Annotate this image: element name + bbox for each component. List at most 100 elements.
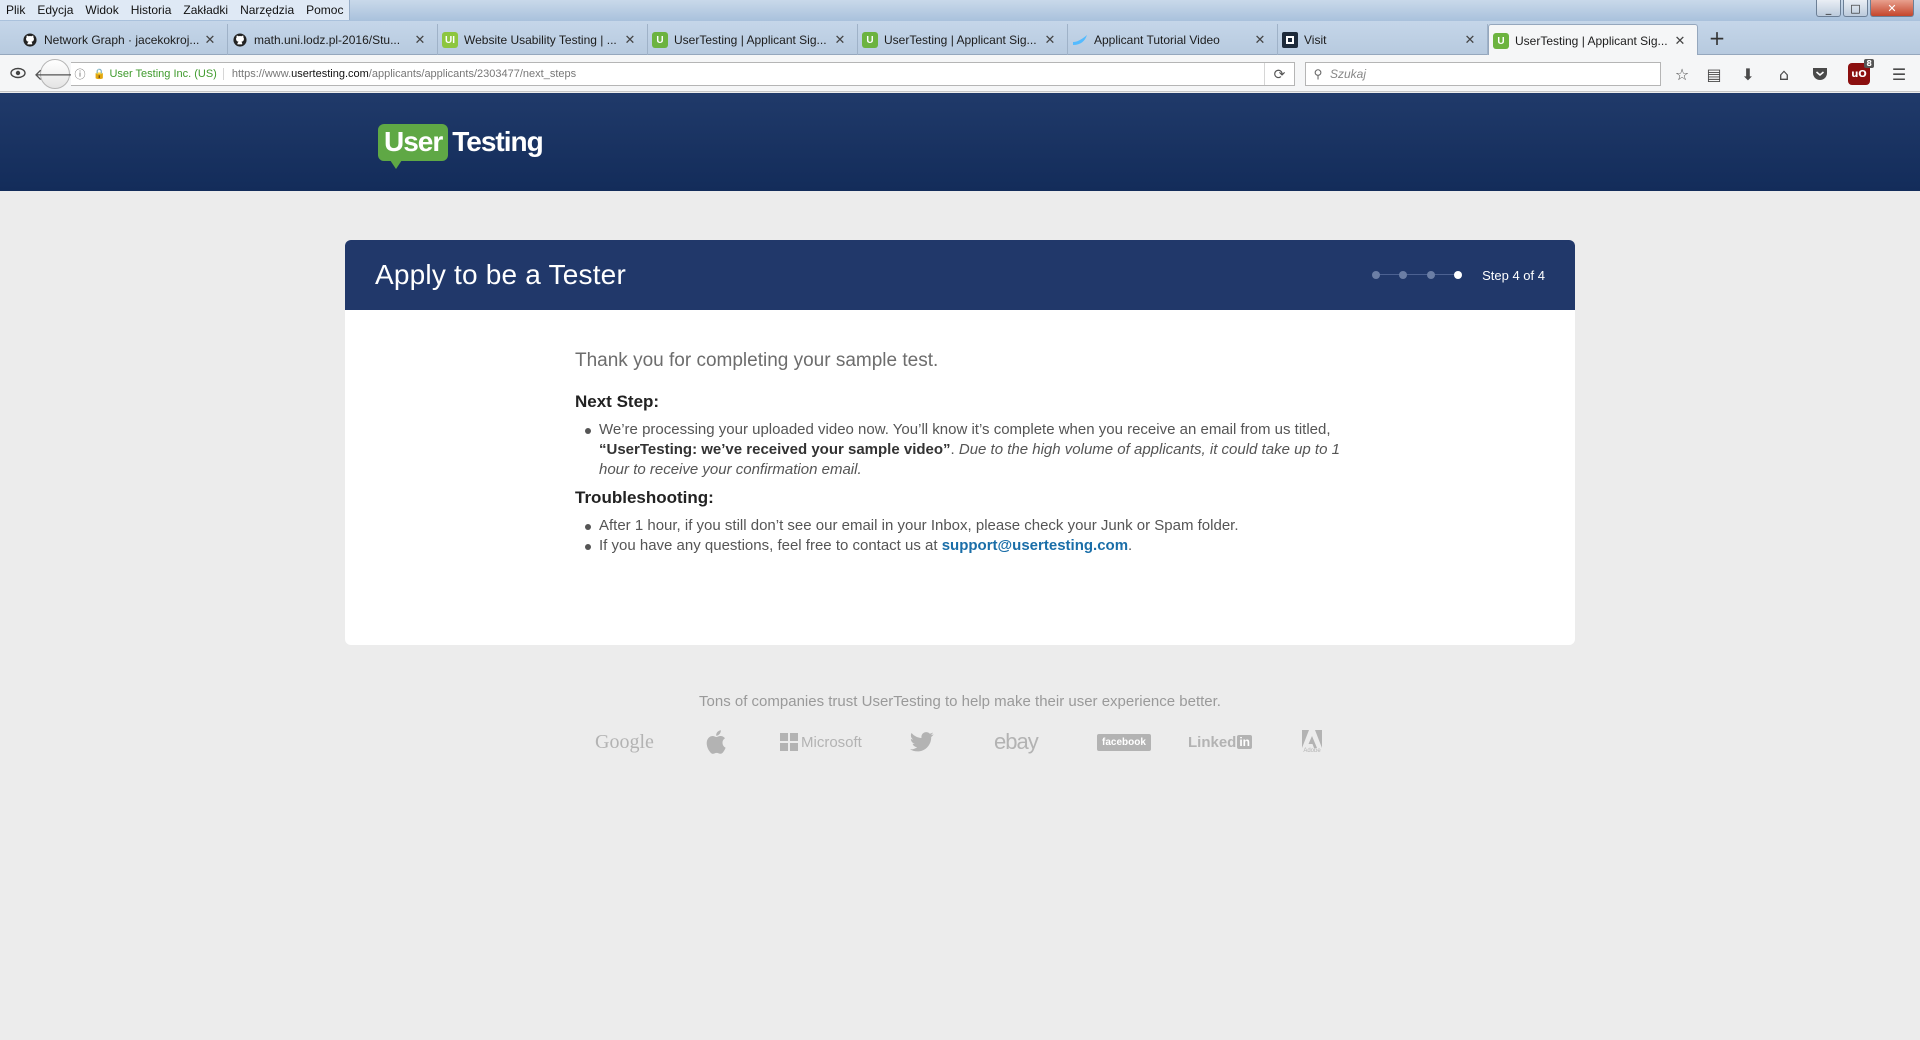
- pocket-icon[interactable]: [1808, 63, 1832, 85]
- twitter-logo: [910, 724, 934, 760]
- card-body: Thank you for completing your sample tes…: [345, 310, 1575, 556]
- microsoft-logo-text: Microsoft: [801, 733, 862, 751]
- tab-applicant-signup-active[interactable]: U UserTesting | Applicant Sig... ✕: [1488, 24, 1698, 56]
- reading-list-icon[interactable]: ▤: [1702, 63, 1726, 85]
- tab-title: Website Usability Testing | ...: [464, 32, 617, 47]
- download-icon[interactable]: ⬇: [1736, 63, 1760, 85]
- tab-visit[interactable]: Visit ✕: [1278, 24, 1488, 55]
- close-tab-icon[interactable]: ✕: [1043, 32, 1057, 48]
- apply-card: Apply to be a Tester Step 4 of 4 Thank y…: [345, 240, 1575, 645]
- tab-math-uni[interactable]: math.uni.lodz.pl-2016/Stu... ✕: [228, 24, 438, 55]
- menu-bookmarks[interactable]: Zakładki: [177, 0, 234, 20]
- menu-help[interactable]: Pomoc: [300, 0, 349, 20]
- page-title: Apply to be a Tester: [375, 259, 626, 290]
- step-dot-4: [1454, 271, 1463, 279]
- list-item: We’re processing your uploaded video now…: [585, 420, 1345, 480]
- minimize-button[interactable]: _: [1816, 0, 1841, 17]
- next-step-list: We’re processing your uploaded video now…: [585, 420, 1345, 480]
- tab-applicant-signup-1[interactable]: U UserTesting | Applicant Sig... ✕: [648, 24, 858, 55]
- site-header: [0, 93, 1920, 191]
- tab-website-usability[interactable]: UI Website Usability Testing | ... ✕: [438, 24, 648, 55]
- list-item: After 1 hour, if you still don’t see our…: [585, 516, 1345, 536]
- url-domain: usertesting.com: [291, 68, 369, 80]
- wistia-icon: [1072, 32, 1088, 48]
- home-icon[interactable]: ⌂: [1772, 63, 1796, 85]
- search-icon: ⚲: [1313, 67, 1323, 81]
- ublock-icon[interactable]: uO 8: [1848, 59, 1874, 85]
- new-tab-button[interactable]: +: [1704, 24, 1730, 52]
- url-bar[interactable]: ⓘ 🔒 User Testing Inc. (US) https://www.u…: [71, 62, 1295, 86]
- step-label: Step 4 of 4: [1482, 267, 1545, 283]
- tab-title: Network Graph · jacekokroj...: [44, 32, 200, 47]
- tab-title: UserTesting | Applicant Sig...: [674, 32, 827, 47]
- usertesting-icon: U: [652, 32, 668, 48]
- reload-icon[interactable]: ⟳: [1264, 63, 1294, 85]
- bookmark-star-icon[interactable]: ☆: [1670, 63, 1694, 85]
- step-dot-3: [1427, 271, 1436, 279]
- usertesting-icon: U: [1493, 33, 1509, 49]
- site-identity[interactable]: User Testing Inc. (US): [109, 68, 224, 80]
- window-controls: _ □ ✕: [1816, 0, 1914, 17]
- visit-icon: [1282, 32, 1298, 48]
- close-tab-icon[interactable]: ✕: [623, 32, 637, 48]
- linkedin-logo: Linked in: [1188, 724, 1253, 760]
- info-icon[interactable]: ⓘ: [71, 66, 89, 82]
- adobe-logo-text: Adobe: [1303, 748, 1321, 754]
- close-tab-icon[interactable]: ✕: [1253, 32, 1267, 48]
- troubleshooting-heading: Troubleshooting:: [575, 488, 714, 507]
- eye-icon[interactable]: [7, 62, 29, 84]
- usertesting-icon: U: [862, 32, 878, 48]
- close-window-button[interactable]: ✕: [1870, 0, 1914, 17]
- close-tab-icon[interactable]: ✕: [203, 32, 217, 48]
- url-path: /applicants/applicants/2303477/next_step…: [368, 68, 577, 80]
- next-step-heading: Next Step:: [575, 392, 660, 411]
- email-subject: “UserTesting: we’ve received your sample…: [599, 441, 951, 458]
- step-dot-2: [1399, 271, 1408, 279]
- support-email-link[interactable]: support@usertesting.com: [942, 537, 1128, 554]
- logo-testing-text: Testing: [452, 126, 543, 157]
- close-tab-icon[interactable]: ✕: [1673, 33, 1687, 49]
- ebay-logo: ebay: [994, 729, 1039, 754]
- tab-title: Visit: [1304, 32, 1327, 47]
- client-logos: Google Microsoft ebay facebook Linked in …: [580, 724, 1340, 760]
- tab-title: math.uni.lodz.pl-2016/Stu...: [254, 32, 401, 47]
- search-input[interactable]: ⚲ Szukaj: [1305, 62, 1661, 86]
- tab-title: UserTesting | Applicant Sig...: [1515, 33, 1668, 48]
- step-line: [1376, 274, 1459, 275]
- tab-title: UserTesting | Applicant Sig...: [884, 32, 1037, 47]
- tab-strip: Network Graph · jacekokroj... ✕ math.uni…: [0, 21, 1920, 56]
- close-tab-icon[interactable]: ✕: [1463, 32, 1477, 48]
- ublock-badge: 8: [1864, 59, 1874, 68]
- close-tab-icon[interactable]: ✕: [413, 32, 427, 48]
- step-progress: [1372, 270, 1463, 280]
- tab-network-graph[interactable]: Network Graph · jacekokroj... ✕: [18, 24, 228, 55]
- menu-edit[interactable]: Edycja: [31, 0, 79, 20]
- tab-applicant-signup-2[interactable]: U UserTesting | Applicant Sig... ✕: [858, 24, 1068, 55]
- menu-tools[interactable]: Narzędzia: [234, 0, 300, 20]
- maximize-button[interactable]: □: [1843, 0, 1868, 17]
- trust-text: Tons of companies trust UserTesting to h…: [699, 693, 1221, 710]
- lock-icon: 🔒: [93, 68, 106, 80]
- tab-tutorial-video[interactable]: Applicant Tutorial Video ✕: [1068, 24, 1278, 55]
- usertesting-logo[interactable]: User Testing: [378, 120, 544, 169]
- adobe-logo: Adobe: [1302, 724, 1322, 760]
- step-indicator: Step 4 of 4: [1372, 240, 1545, 310]
- contact-text: If you have any questions, feel free to …: [599, 537, 942, 554]
- url-text[interactable]: https://www.usertesting.com/applicants/a…: [224, 68, 1264, 80]
- menu-file[interactable]: Plik: [0, 0, 31, 20]
- close-tab-icon[interactable]: ✕: [833, 32, 847, 48]
- url-prefix: https://www.: [231, 68, 292, 80]
- menu-history[interactable]: Historia: [125, 0, 178, 20]
- window-titlebar: Plik Edycja Widok Historia Zakładki Narz…: [0, 0, 1920, 21]
- usertesting-icon: UI: [442, 32, 458, 48]
- microsoft-logo: Microsoft: [780, 724, 862, 760]
- navigation-toolbar: 🡐 ⓘ 🔒 User Testing Inc. (US) https://www…: [0, 55, 1920, 92]
- menu-view[interactable]: Widok: [79, 0, 124, 20]
- github-icon: [232, 32, 248, 48]
- hamburger-menu-icon[interactable]: ☰: [1887, 63, 1911, 85]
- troubleshooting-list: After 1 hour, if you still don’t see our…: [585, 516, 1345, 556]
- card-header: Apply to be a Tester Step 4 of 4: [345, 240, 1575, 310]
- contact-text-end: .: [1128, 537, 1133, 554]
- back-button[interactable]: 🡐: [34, 59, 76, 89]
- search-placeholder: Szukaj: [1330, 67, 1367, 81]
